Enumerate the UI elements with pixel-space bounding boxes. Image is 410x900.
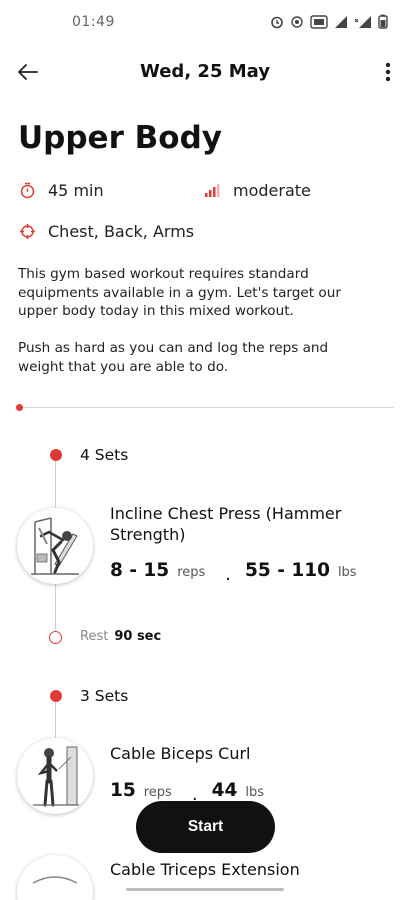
exercise-thumbnail[interactable] — [17, 855, 93, 900]
exercise-name[interactable]: Cable Biceps Curl — [110, 743, 390, 764]
cable-curl-icon — [33, 746, 79, 807]
volte-icon — [310, 14, 328, 29]
app-bar: Wed, 25 May — [0, 50, 410, 94]
weight-unit: lbs — [245, 785, 264, 800]
rest-row: Rest 90 sec — [80, 629, 161, 644]
triceps-extension-icon — [32, 876, 78, 884]
signal-icon — [335, 15, 347, 28]
focus-value: Chest, Back, Arms — [48, 222, 195, 241]
intensity-row: moderate — [203, 181, 311, 200]
workout-instructions: Push as hard as you can and log the reps… — [18, 340, 329, 375]
reps-unit: reps — [177, 565, 206, 580]
weight-unit: lbs — [337, 565, 357, 580]
sets-count: 4 Sets — [80, 446, 129, 464]
target-icon — [18, 223, 36, 241]
timer-icon — [18, 182, 36, 200]
battery-icon — [378, 14, 388, 29]
reps-value: 15 — [110, 780, 136, 801]
start-button[interactable]: Start — [136, 801, 275, 853]
duration-row: 45 min — [18, 181, 104, 200]
rest-label: Rest — [80, 629, 109, 644]
exercise-stats: 8 - 15 reps . 55 - 110 lbs — [110, 560, 357, 585]
reps-value: 8 - 15 — [110, 560, 170, 581]
reps-unit: reps — [143, 785, 172, 800]
exercise-name[interactable]: Cable Triceps Extension — [110, 859, 390, 880]
workout-progress-bar — [18, 407, 394, 408]
page-date-title: Wed, 25 May — [140, 61, 270, 82]
more-vertical-icon — [385, 62, 391, 82]
more-options-button[interactable] — [376, 56, 400, 88]
intensity-value: moderate — [233, 181, 311, 200]
set-marker — [50, 690, 62, 702]
set-marker — [50, 449, 62, 461]
focus-row: Chest, Back, Arms — [18, 222, 194, 241]
weight-value: 55 - 110 — [245, 560, 330, 581]
intensity-bars-icon — [203, 182, 221, 200]
status-icons — [270, 14, 388, 29]
duration-value: 45 min — [48, 181, 104, 200]
weight-value: 44 — [211, 780, 238, 801]
workout-description: This gym based workout requires standard… — [18, 266, 341, 319]
incline-press-machine-icon — [31, 517, 79, 575]
sets-count: 3 Sets — [80, 687, 129, 705]
rest-value: 90 sec — [114, 629, 162, 644]
stats-separator: . — [225, 564, 232, 585]
rest-marker — [49, 631, 62, 644]
exercise-thumbnail[interactable] — [17, 738, 93, 814]
home-indicator — [126, 888, 284, 891]
workout-title: Upper Body — [18, 120, 222, 156]
exercise-stats: 15 reps . 44 lbs — [110, 780, 264, 805]
signal-2-icon — [354, 15, 371, 28]
progress-indicator — [16, 404, 23, 411]
alarm-icon — [271, 16, 283, 28]
status-time: 01:49 — [72, 14, 115, 30]
status-bar: 01:49 — [0, 0, 410, 46]
hotspot-icon — [291, 15, 303, 28]
exercise-name[interactable]: Incline Chest Press (Hammer Strength) — [110, 503, 390, 545]
exercise-thumbnail[interactable] — [17, 508, 93, 584]
